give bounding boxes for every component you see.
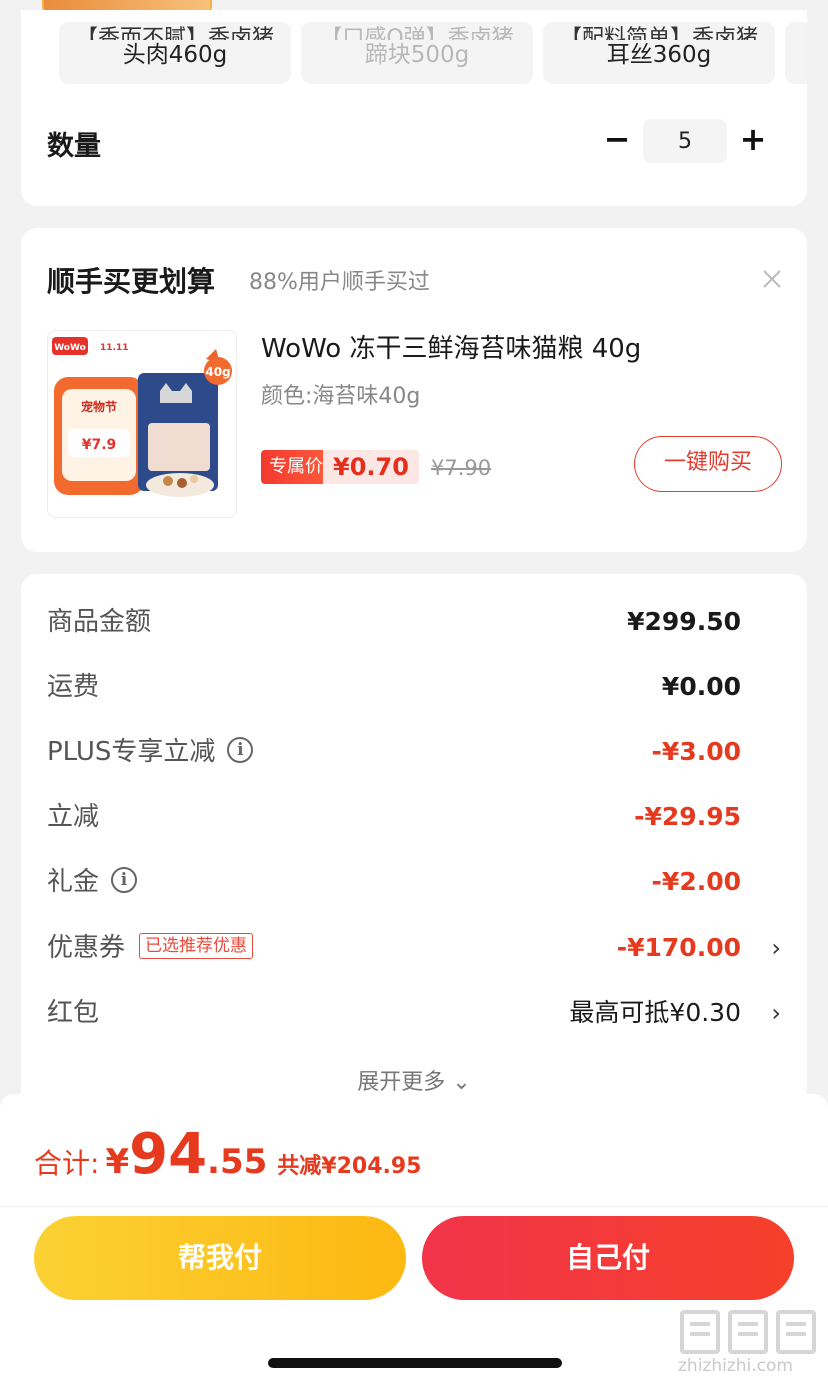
summary-label-wrap: 优惠券 已选推荐优惠 <box>47 928 254 968</box>
variant-tagline: 【香而不腻】香卤猪 <box>75 26 274 40</box>
variant-tagline: 【口感Q弹】香卤猪 <box>320 26 514 40</box>
watermark-text: zhizhizhi.com <box>678 1356 793 1376</box>
summary-label-wrap: 礼金 i <box>47 862 138 902</box>
summary-value: -¥29.95 <box>634 802 741 831</box>
info-icon[interactable]: i <box>227 736 254 763</box>
summary-label: 礼金 <box>47 867 100 897</box>
total-saved: 共减¥204.95 <box>277 1154 422 1179</box>
summary-label: 运费 <box>47 672 100 702</box>
summary-label: PLUS专享立减 <box>47 737 216 767</box>
exclusive-price-badge: 专属价 <box>261 450 331 484</box>
weight-badge-text: 40g <box>205 365 230 379</box>
upsell-original-price: ¥7.90 <box>431 456 492 480</box>
divider <box>0 1206 828 1207</box>
image-price-text: ¥7.9 <box>82 437 117 453</box>
total-currency: ¥ <box>105 1142 130 1182</box>
quantity-label: 数量 <box>47 131 101 162</box>
variant-name: 耳丝360g <box>606 42 712 68</box>
quantity-input[interactable] <box>643 119 727 163</box>
variant-name: 头肉460g <box>122 42 228 68</box>
recommended-coupon-tag: 已选推荐优惠 <box>139 932 254 959</box>
promo-text: 宠物节 <box>81 399 117 414</box>
upsell-product-spec: 颜色:海苔味40g <box>261 384 421 409</box>
upsell-product-name[interactable]: WoWo 冻干三鲜海苔味猫粮 40g <box>261 328 641 365</box>
expand-more-link[interactable]: 展开更多 ⌄ <box>21 1064 807 1096</box>
summary-value: -¥170.00 <box>616 933 741 962</box>
chevron-right-icon[interactable]: › <box>771 993 781 1033</box>
brand-logo-text: WoWo <box>54 343 86 353</box>
order-total: 合计: ¥94.55 共减¥204.95 <box>34 1122 422 1187</box>
quantity-decrease-button[interactable]: − <box>601 122 633 158</box>
home-indicator[interactable] <box>268 1358 562 1368</box>
upsell-title: 顺手买更划算 <box>47 265 216 298</box>
upsell-product-image[interactable]: WoWo 11.11 宠物节 ¥7.9 40g <box>47 330 237 518</box>
checkout-bar: 合计: ¥94.55 共减¥204.95 帮我付 自己付 zhizhizhi.com <box>0 1094 828 1385</box>
spec-card: 【香而不腻】香卤猪 头肉460g 【口感Q弹】香卤猪 蹄块500g 【配料简单】… <box>21 10 807 206</box>
upsell-card: 顺手买更划算 88%用户顺手买过 WoWo 11.11 宠物节 ¥7.9 40g… <box>21 228 807 552</box>
summary-value: -¥3.00 <box>651 737 741 766</box>
summary-label: 商品金额 <box>47 607 152 637</box>
price-summary-card: 商品金额 ¥299.50 运费 ¥0.00 PLUS专享立减 i -¥3.00 立… <box>21 574 807 1114</box>
variant-tagline: 【配料简单】香卤猪 <box>559 26 758 40</box>
summary-label: 立减 <box>47 802 100 832</box>
summary-row-red-packet[interactable]: 红包 最高可抵¥0.30 › <box>47 993 781 1033</box>
variant-option-4[interactable] <box>785 22 807 84</box>
info-icon[interactable]: i <box>111 866 138 893</box>
summary-label: 红包 <box>47 998 100 1028</box>
help-me-pay-button[interactable]: 帮我付 <box>34 1216 406 1300</box>
chevron-right-icon[interactable]: › <box>771 928 781 968</box>
upsell-price: ¥0.70 <box>323 450 419 484</box>
one-click-buy-button[interactable]: 一键购买 <box>634 436 782 492</box>
variant-name: 蹄块500g <box>364 42 470 68</box>
total-label: 合计: <box>34 1147 100 1180</box>
variant-option-2[interactable]: 【口感Q弹】香卤猪 蹄块500g <box>301 22 533 84</box>
summary-value: 最高可抵¥0.30 <box>569 998 741 1027</box>
total-integer: 94 <box>129 1122 208 1187</box>
event-logo-text: 11.11 <box>100 343 128 353</box>
summary-value: -¥2.00 <box>651 867 741 896</box>
summary-row-gift-money: 礼金 i -¥2.00 <box>47 862 781 902</box>
upsell-subtitle: 88%用户顺手买过 <box>249 270 430 295</box>
summary-row-instant-discount: 立减 -¥29.95 <box>47 797 781 837</box>
variant-option-3[interactable]: 【配料简单】香卤猪 耳丝360g <box>543 22 775 84</box>
summary-row-subtotal: 商品金额 ¥299.50 <box>47 602 781 642</box>
total-decimal: .55 <box>207 1142 268 1182</box>
summary-value: ¥0.00 <box>661 672 741 701</box>
summary-row-plus-discount: PLUS专享立减 i -¥3.00 <box>47 732 781 772</box>
summary-row-shipping: 运费 ¥0.00 <box>47 667 781 707</box>
pay-myself-button[interactable]: 自己付 <box>422 1216 794 1300</box>
variant-option-1[interactable]: 【香而不腻】香卤猪 头肉460g <box>59 22 291 84</box>
close-icon[interactable] <box>757 264 787 294</box>
summary-row-coupon[interactable]: 优惠券 已选推荐优惠 -¥170.00 › <box>47 928 781 968</box>
summary-value: ¥299.50 <box>627 607 741 636</box>
summary-label: 优惠券 <box>47 933 126 963</box>
summary-label-wrap: PLUS专享立减 i <box>47 732 254 772</box>
quantity-increase-button[interactable]: + <box>737 122 769 158</box>
